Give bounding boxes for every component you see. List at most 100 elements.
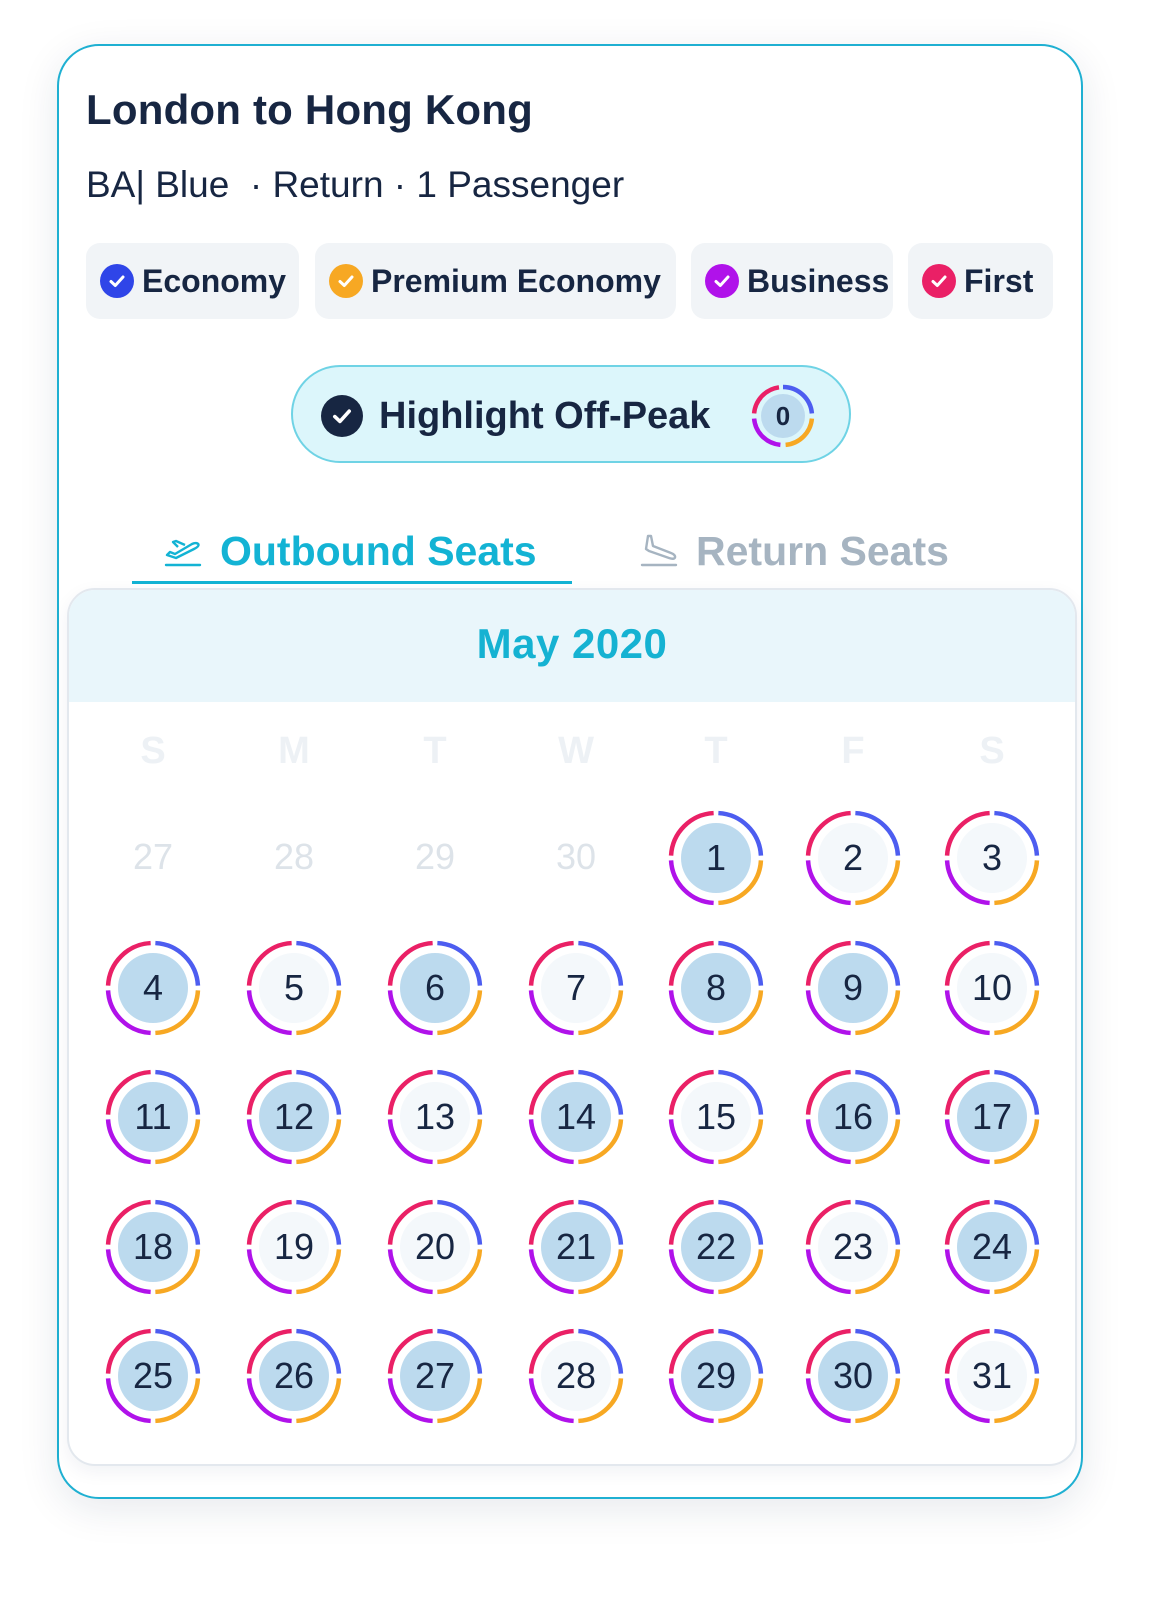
- day-number: 4: [142, 967, 164, 1008]
- filter-chip-business[interactable]: Business: [691, 243, 893, 319]
- day-number: 23: [832, 1226, 874, 1267]
- calendar-day[interactable]: 22: [666, 1197, 766, 1297]
- calendar-day[interactable]: 29: [666, 1326, 766, 1426]
- filter-chip-premium-economy[interactable]: Premium Economy: [315, 243, 676, 319]
- day-number: 18: [132, 1226, 174, 1267]
- day-number: 10: [971, 967, 1013, 1008]
- calendar-month-title: May 2020: [476, 620, 668, 667]
- prev-month-day: 28: [273, 836, 315, 877]
- day-number: 24: [971, 1226, 1013, 1267]
- calendar-day[interactable]: 11: [103, 1067, 203, 1167]
- day-number: 19: [273, 1226, 315, 1267]
- day-number: 15: [695, 1096, 737, 1137]
- check-icon: [100, 264, 134, 298]
- calendar-header: May 2020: [69, 590, 1075, 702]
- off-peak-count: 0: [775, 401, 791, 431]
- flight-subtitle: BA| Blue · Return · 1 Passenger: [86, 164, 625, 205]
- calendar-day[interactable]: 7: [526, 938, 626, 1038]
- calendar-day[interactable]: 4: [103, 938, 203, 1038]
- calendar-day[interactable]: 6: [385, 938, 485, 1038]
- filter-chip-economy[interactable]: Economy: [86, 243, 299, 319]
- route-title: London to Hong Kong: [86, 86, 533, 133]
- day-number: 30: [832, 1355, 874, 1396]
- filter-chip-label: Business: [747, 262, 890, 299]
- prev-month-day: 30: [555, 836, 597, 877]
- calendar-day[interactable]: 27: [385, 1326, 485, 1426]
- calendar-day[interactable]: 5: [244, 938, 344, 1038]
- day-number: 20: [414, 1226, 456, 1267]
- calendar-day[interactable]: 10: [942, 938, 1042, 1038]
- day-number: 5: [283, 967, 305, 1008]
- calendar-day[interactable]: 13: [385, 1067, 485, 1167]
- weekday-label: S: [979, 730, 1005, 772]
- day-number: 22: [695, 1226, 737, 1267]
- check-icon: [321, 395, 363, 437]
- tab-outbound-seats[interactable]: Outbound Seats: [164, 518, 537, 584]
- filter-chip-first[interactable]: First: [908, 243, 1053, 319]
- plane-takeoff-icon: [164, 539, 202, 567]
- filter-chip-label: First: [964, 262, 1034, 299]
- day-number: 14: [555, 1096, 597, 1137]
- calendar-day[interactable]: 3: [942, 808, 1042, 908]
- plane-landing-icon: [640, 534, 678, 567]
- calendar-day[interactable]: 28: [526, 1326, 626, 1426]
- check-icon: [705, 264, 739, 298]
- day-number: 2: [842, 837, 864, 878]
- day-number: 12: [273, 1096, 315, 1137]
- calendar-day[interactable]: 19: [244, 1197, 344, 1297]
- day-number: 1: [705, 837, 727, 878]
- calendar-day[interactable]: 20: [385, 1197, 485, 1297]
- day-number: 27: [414, 1355, 456, 1396]
- calendar-day[interactable]: 25: [103, 1326, 203, 1426]
- day-number: 8: [705, 967, 727, 1008]
- prev-month-day: 27: [132, 836, 174, 877]
- day-number: 17: [971, 1096, 1013, 1137]
- calendar-day[interactable]: 16: [803, 1067, 903, 1167]
- day-number: 13: [414, 1096, 456, 1137]
- calendar-day[interactable]: 23: [803, 1197, 903, 1297]
- tab-return-seats[interactable]: Return Seats: [640, 518, 949, 584]
- weekday-label: W: [558, 730, 594, 772]
- calendar-day[interactable]: 9: [803, 938, 903, 1038]
- calendar-day[interactable]: 12: [244, 1067, 344, 1167]
- off-peak-label: Highlight Off-Peak: [379, 395, 711, 437]
- day-number: 7: [565, 967, 587, 1008]
- calendar-day[interactable]: 15: [666, 1067, 766, 1167]
- weekday-label: M: [278, 730, 310, 772]
- filter-chip-label: Economy: [142, 262, 287, 299]
- tab-return-label: Return Seats: [696, 527, 949, 574]
- day-number: 28: [555, 1355, 597, 1396]
- calendar-day[interactable]: 18: [103, 1197, 203, 1297]
- weekday-label: S: [140, 730, 166, 772]
- day-number: 31: [971, 1355, 1013, 1396]
- tab-outbound-label: Outbound Seats: [220, 527, 537, 574]
- check-icon: [329, 264, 363, 298]
- calendar-day[interactable]: 30: [803, 1326, 903, 1426]
- day-number: 29: [695, 1355, 737, 1396]
- off-peak-toggle[interactable]: Highlight Off-Peak 0: [291, 365, 851, 463]
- calendar-day[interactable]: 1: [666, 808, 766, 908]
- weekday-label: T: [423, 730, 447, 772]
- day-number: 3: [981, 837, 1003, 878]
- calendar-day[interactable]: 26: [244, 1326, 344, 1426]
- day-number: 26: [273, 1355, 315, 1396]
- calendar-day[interactable]: 8: [666, 938, 766, 1038]
- day-number: 9: [842, 967, 864, 1008]
- day-number: 6: [424, 967, 446, 1008]
- calendar-day[interactable]: 24: [942, 1197, 1042, 1297]
- check-icon: [922, 264, 956, 298]
- calendar-day[interactable]: 17: [942, 1067, 1042, 1167]
- calendar-day[interactable]: 14: [526, 1067, 626, 1167]
- calendar-day[interactable]: 21: [526, 1197, 626, 1297]
- prev-month-day: 29: [414, 836, 456, 877]
- calendar-day[interactable]: 31: [942, 1326, 1042, 1426]
- day-number: 16: [832, 1096, 874, 1137]
- active-tab-indicator: [132, 581, 572, 584]
- day-number: 21: [555, 1226, 597, 1267]
- weekday-label: T: [704, 730, 728, 772]
- day-number: 11: [134, 1096, 172, 1137]
- day-number: 25: [132, 1355, 174, 1396]
- calendar-day[interactable]: 2: [803, 808, 903, 908]
- weekday-label: F: [841, 730, 865, 772]
- filter-chip-label: Premium Economy: [371, 262, 661, 299]
